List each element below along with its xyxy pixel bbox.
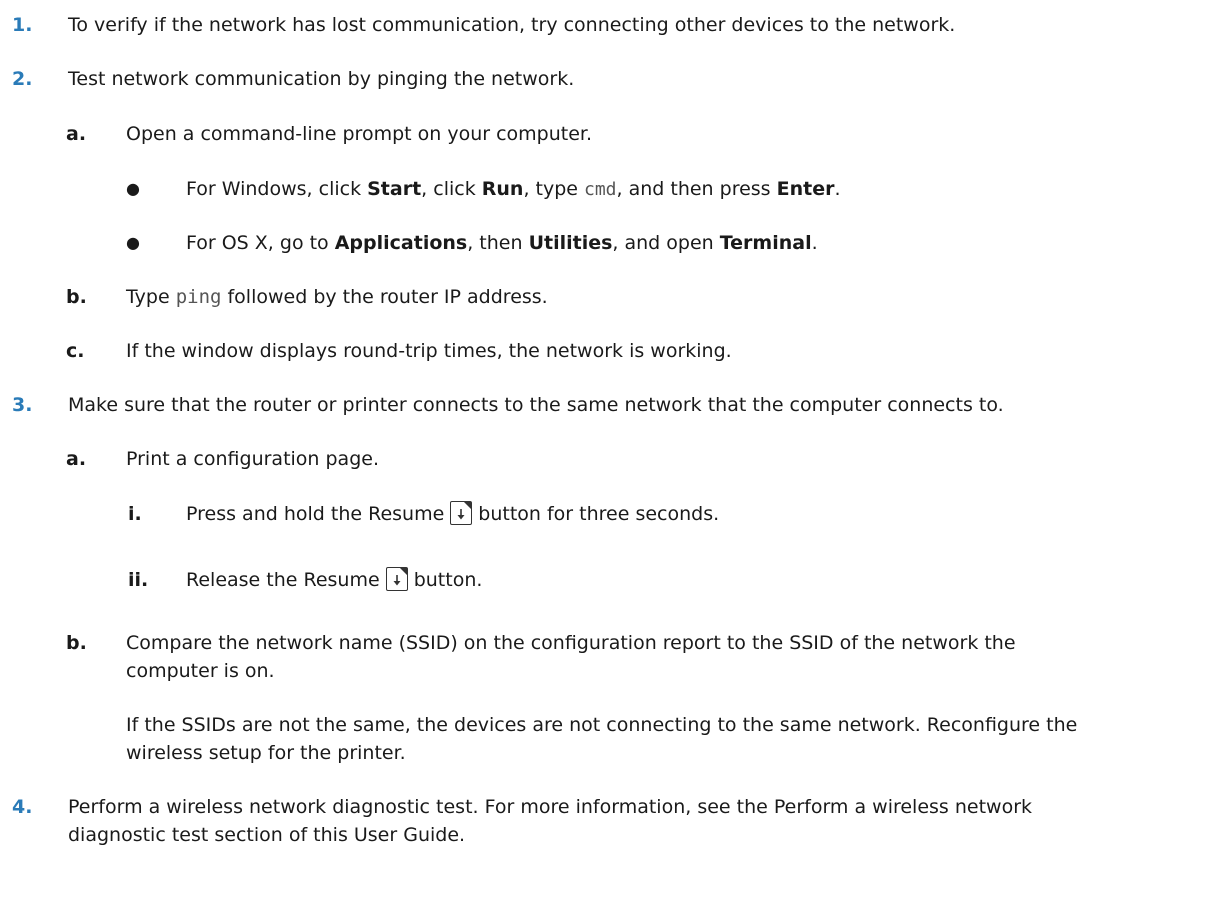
step-number: 1. bbox=[12, 14, 33, 36]
step-text: Make sure that the router or printer con… bbox=[68, 394, 1004, 416]
substep-roman: ii. bbox=[128, 569, 149, 591]
bullet-text-osx: For OS X, go to Applications, then Utili… bbox=[186, 232, 818, 254]
substep-letter: b. bbox=[66, 632, 87, 654]
substep-text: If the window displays round-trip times,… bbox=[126, 340, 732, 362]
substep-text: Press and hold the Resume button for thre… bbox=[186, 500, 719, 527]
substep-text-cont: computer is on. bbox=[126, 660, 275, 682]
resume-button-icon bbox=[385, 566, 408, 591]
substep-letter: b. bbox=[66, 286, 87, 308]
step-number: 4. bbox=[12, 796, 33, 818]
substep-paragraph-cont: wireless setup for the printer. bbox=[126, 742, 406, 764]
substep-text: Open a command-line prompt on your compu… bbox=[126, 123, 593, 145]
substep-letter: a. bbox=[66, 448, 87, 470]
bullet-text-windows: For Windows, click Start, click Run, typ… bbox=[186, 178, 841, 200]
substep-text: Compare the network name (SSID) on the c… bbox=[126, 632, 1016, 654]
substep-roman: i. bbox=[128, 503, 142, 525]
substep-paragraph: If the SSIDs are not the same, the devic… bbox=[126, 714, 1078, 736]
resume-button-icon bbox=[450, 500, 473, 525]
step-text-cont: diagnostic test section of this User Gui… bbox=[68, 824, 466, 846]
step-text: To verify if the network has lost commun… bbox=[68, 14, 956, 36]
step-number: 3. bbox=[12, 394, 33, 416]
substep-text: Release the Resume button. bbox=[186, 566, 482, 593]
step-text: Test network communication by pinging th… bbox=[68, 68, 575, 90]
step-text: Perform a wireless network diagnostic te… bbox=[68, 796, 1033, 818]
substep-letter: a. bbox=[66, 123, 87, 145]
bullet-icon: ● bbox=[126, 233, 140, 252]
substep-letter: c. bbox=[66, 340, 85, 362]
bullet-icon: ● bbox=[126, 179, 140, 198]
substep-text: Print a configuration page. bbox=[126, 448, 379, 470]
substep-text: Type ping followed by the router IP addr… bbox=[126, 286, 548, 308]
step-number: 2. bbox=[12, 68, 33, 90]
